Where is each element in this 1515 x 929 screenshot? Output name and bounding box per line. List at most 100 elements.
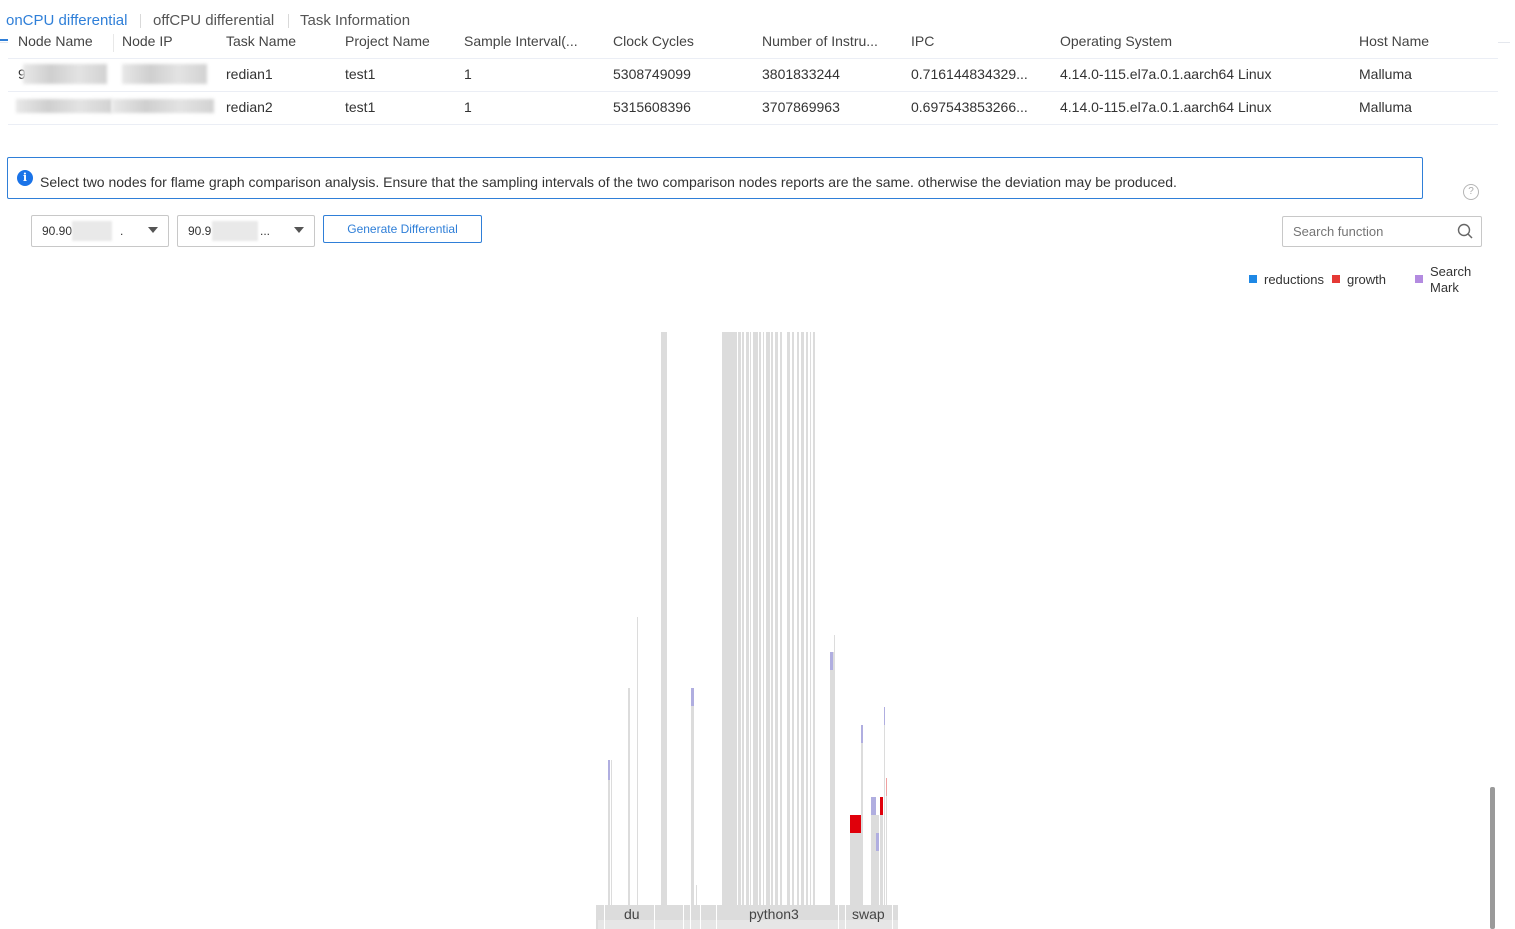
tab-offcpu-differential[interactable]: offCPU differential — [153, 12, 274, 29]
search-mark-frame[interactable] — [876, 833, 879, 851]
flame-frame[interactable] — [810, 332, 811, 905]
flame-frame[interactable] — [876, 815, 879, 905]
flame-frame[interactable] — [746, 332, 749, 905]
redacted-ip — [212, 221, 258, 241]
flame-frame[interactable] — [722, 332, 737, 905]
cell-project-name: test1 — [345, 66, 376, 82]
column-header-project-name[interactable]: Project Name — [345, 33, 430, 49]
frame-separator[interactable] — [683, 905, 684, 929]
node-select-2[interactable]: 90.9 ... — [177, 215, 315, 247]
growth-frame[interactable] — [850, 815, 861, 833]
flame-graph-canvas[interactable] — [0, 300, 1515, 929]
generate-differential-button[interactable]: Generate Differential — [323, 215, 482, 243]
frame-separator[interactable] — [604, 905, 605, 929]
search-mark-frame[interactable] — [861, 725, 863, 743]
table-row[interactable]: redian2 test1 1 5315608396 3707869963 0.… — [8, 91, 1498, 125]
cell-instructions: 3801833244 — [762, 66, 840, 82]
help-icon[interactable]: ? — [1463, 184, 1479, 200]
node-select-2-suffix: ... — [260, 224, 271, 238]
frame-separator[interactable] — [690, 905, 691, 929]
growth-frame[interactable] — [886, 778, 887, 796]
column-header-clock-cycles[interactable]: Clock Cycles — [613, 33, 694, 49]
frame-label-swap[interactable]: swap — [852, 906, 885, 922]
search-mark-frame[interactable] — [608, 760, 610, 780]
flame-frame[interactable] — [771, 332, 773, 905]
flame-frame[interactable] — [775, 332, 778, 905]
flame-frame[interactable] — [801, 332, 804, 905]
cell-ipc: 0.716144834329... — [911, 66, 1028, 82]
cell-host-name: Malluma — [1359, 66, 1412, 82]
search-mark-frame[interactable] — [871, 797, 876, 815]
column-header-node-name[interactable]: Node Name — [18, 33, 93, 49]
flame-frame[interactable] — [797, 332, 799, 905]
column-divider — [113, 34, 114, 52]
cell-task-name: redian1 — [226, 66, 273, 82]
search-icon[interactable] — [1457, 223, 1473, 239]
frame-separator[interactable] — [654, 905, 655, 929]
legend-growth-swatch — [1332, 275, 1340, 283]
flame-frame[interactable] — [834, 635, 835, 905]
cell-operating-system: 4.14.0-115.el7a.0.1.aarch64 Linux — [1060, 66, 1272, 82]
column-header-operating-system[interactable]: Operating System — [1060, 33, 1172, 49]
flame-frame[interactable] — [738, 332, 741, 905]
column-header-ipc[interactable]: IPC — [911, 33, 934, 49]
flame-frame[interactable] — [861, 725, 863, 905]
search-function-field[interactable] — [1282, 216, 1482, 247]
flame-frame[interactable] — [742, 332, 744, 905]
cell-host-name: Malluma — [1359, 99, 1412, 115]
flame-frame[interactable] — [766, 332, 770, 905]
flame-frame[interactable] — [884, 707, 885, 905]
flame-frame[interactable] — [792, 332, 794, 905]
frame-separator[interactable] — [892, 905, 893, 929]
column-header-node-ip[interactable]: Node IP — [122, 33, 173, 49]
node-select-1[interactable]: 90.90 . — [31, 215, 169, 247]
column-header-task-name[interactable]: Task Name — [226, 33, 296, 49]
column-header-instructions[interactable]: Number of Instru... — [762, 33, 878, 49]
search-mark-frame[interactable] — [691, 688, 694, 706]
flame-frame[interactable] — [780, 332, 782, 905]
search-mark-frame[interactable] — [830, 652, 833, 670]
table-header: Node Name Node IP Task Name Project Name… — [8, 28, 1498, 59]
flame-frame[interactable] — [611, 760, 612, 905]
cell-ipc: 0.697543853266... — [911, 99, 1028, 115]
legend-reductions-label: reductions — [1264, 272, 1324, 287]
growth-frame[interactable] — [880, 797, 883, 815]
frame-separator[interactable] — [838, 905, 839, 929]
tab-task-information[interactable]: Task Information — [300, 12, 410, 29]
flame-frame[interactable] — [637, 617, 638, 905]
flame-frame[interactable] — [886, 778, 887, 905]
flame-frame[interactable] — [696, 885, 697, 905]
flame-frame[interactable] — [608, 760, 610, 905]
flame-frame[interactable] — [787, 332, 790, 905]
search-mark-frame[interactable] — [884, 707, 885, 725]
frame-separator[interactable] — [845, 905, 846, 929]
tab-oncpu-differential[interactable]: onCPU differential — [6, 12, 127, 29]
flame-frame[interactable] — [661, 332, 667, 905]
table-row[interactable]: 9 redian1 test1 1 5308749099 3801833244 … — [8, 58, 1498, 92]
column-header-host-name[interactable]: Host Name — [1359, 33, 1429, 49]
flame-frame[interactable] — [830, 652, 834, 905]
column-header-sample-interval[interactable]: Sample Interval(... — [464, 33, 578, 49]
flame-frame[interactable] — [759, 332, 761, 905]
cell-sample-interval: 1 — [464, 66, 472, 82]
node-select-2-value: 90.9 — [188, 224, 212, 238]
flame-frame[interactable] — [750, 332, 751, 905]
flame-frame[interactable] — [813, 332, 815, 905]
search-input[interactable] — [1291, 223, 1455, 240]
node-select-1-suffix: . — [120, 224, 124, 238]
flame-graph[interactable]: du python3 swap — [0, 300, 1515, 929]
flame-frame[interactable] — [763, 332, 764, 905]
flame-frame[interactable] — [806, 332, 808, 905]
redacted-node-ip — [112, 99, 214, 113]
frame-separator[interactable] — [716, 905, 717, 929]
flame-frame[interactable] — [753, 332, 758, 905]
cell-project-name: test1 — [345, 99, 376, 115]
frame-label-du[interactable]: du — [624, 906, 640, 922]
frame-separator[interactable] — [700, 905, 701, 929]
vertical-scrollbar[interactable] — [1490, 787, 1495, 929]
frame-label-python3[interactable]: python3 — [749, 906, 799, 922]
cell-clock-cycles: 5308749099 — [613, 66, 691, 82]
redacted-node-name — [16, 99, 112, 113]
flame-frame[interactable] — [628, 688, 630, 905]
flame-frame[interactable] — [691, 688, 694, 905]
